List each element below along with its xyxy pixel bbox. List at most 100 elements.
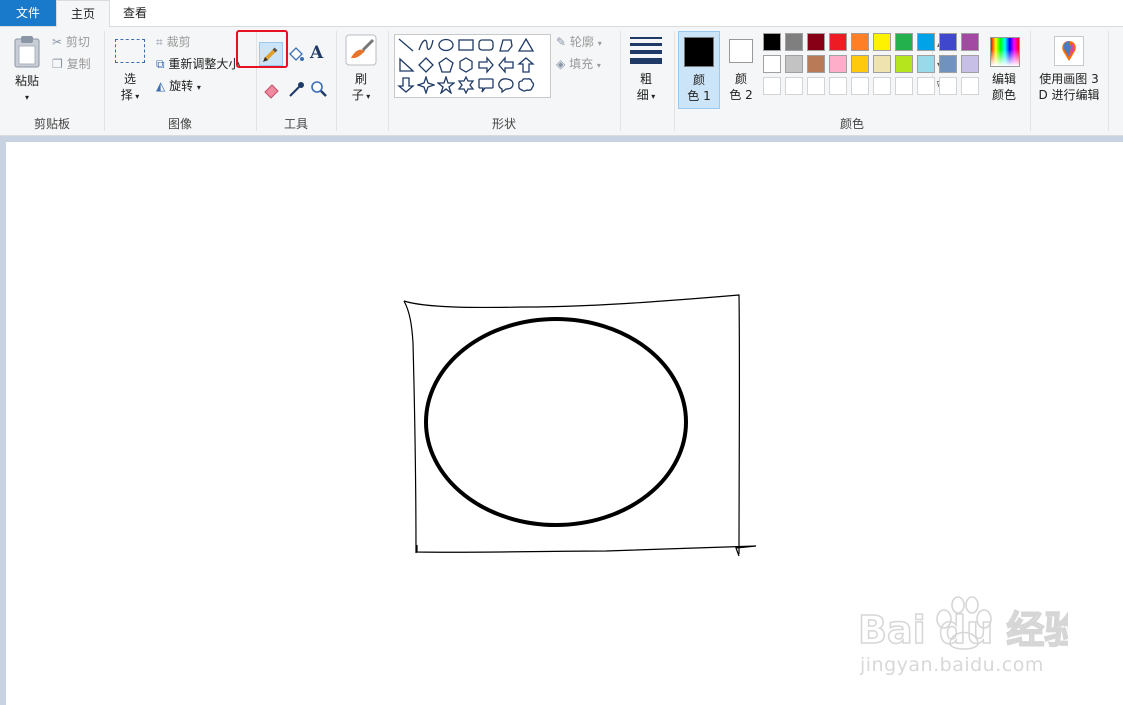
- shape-four-point-star[interactable]: [415, 74, 437, 96]
- shape-oval[interactable]: [437, 36, 455, 54]
- custom-color-slot[interactable]: [895, 77, 913, 95]
- resize-label: 重新调整大小: [168, 57, 241, 71]
- magnifier-tool-button[interactable]: [309, 79, 329, 99]
- shape-polygon[interactable]: [497, 36, 515, 54]
- size-label-top: 粗: [639, 72, 652, 86]
- color1-swatch: [684, 37, 714, 67]
- right-triangle-icon: [399, 57, 415, 72]
- shape-cloud-callout[interactable]: [517, 76, 535, 94]
- color2-label-top: 颜: [734, 72, 747, 86]
- outline-button[interactable]: ✎ 轮廓 ▾: [556, 33, 602, 53]
- diamond-icon: [418, 57, 434, 73]
- rotate-button[interactable]: ◭ 旋转 ▾: [156, 77, 201, 97]
- color-swatch[interactable]: [829, 33, 847, 51]
- color-swatch[interactable]: [895, 55, 913, 73]
- crop-button[interactable]: ⌗ 裁剪: [156, 33, 191, 51]
- custom-color-slot[interactable]: [961, 77, 979, 95]
- color-swatch[interactable]: [851, 33, 869, 51]
- shape-triangle[interactable]: [517, 36, 535, 54]
- chevron-down-icon: ▾: [648, 92, 656, 101]
- custom-color-slot[interactable]: [851, 77, 869, 95]
- color-swatch[interactable]: [917, 33, 935, 51]
- color-swatch[interactable]: [763, 55, 781, 73]
- shape-six-point-star[interactable]: [457, 75, 475, 95]
- color-swatch[interactable]: [829, 55, 847, 73]
- custom-color-slot[interactable]: [917, 77, 935, 95]
- tab-home[interactable]: 主页: [56, 0, 110, 28]
- colors-group-label: 颜色: [839, 117, 864, 131]
- color2-button[interactable]: 颜 色 2: [722, 31, 760, 109]
- color-picker-tool-button[interactable]: [286, 79, 306, 99]
- text-tool-button[interactable]: A: [310, 43, 330, 65]
- color-swatch[interactable]: [807, 33, 825, 51]
- color-swatch[interactable]: [895, 33, 913, 51]
- tab-file[interactable]: 文件: [0, 0, 56, 26]
- shape-diamond[interactable]: [417, 56, 435, 74]
- resize-button[interactable]: ⧉ 重新调整大小: [156, 55, 240, 73]
- color-swatch[interactable]: [939, 33, 957, 51]
- shape-left-arrow[interactable]: [497, 56, 515, 74]
- color1-button[interactable]: 颜 色 1: [678, 31, 720, 109]
- select-button[interactable]: 选 择 ▾: [110, 31, 150, 111]
- shape-right-triangle[interactable]: [397, 56, 415, 74]
- fill-bucket-icon: ◈: [556, 57, 566, 71]
- shape-rounded-rectangle[interactable]: [477, 36, 495, 54]
- color-swatch[interactable]: [807, 55, 825, 73]
- custom-color-slot[interactable]: [785, 77, 803, 95]
- shape-curve[interactable]: [417, 36, 435, 54]
- custom-color-slot[interactable]: [807, 77, 825, 95]
- color-swatch[interactable]: [939, 55, 957, 73]
- shape-pentagon[interactable]: [437, 56, 455, 74]
- color-swatch[interactable]: [917, 55, 935, 73]
- cloud-callout-icon: [518, 78, 535, 92]
- color-swatch[interactable]: [873, 55, 891, 73]
- color-swatch[interactable]: [873, 33, 891, 51]
- color1-label-top: 颜: [692, 73, 705, 87]
- shape-right-arrow[interactable]: [477, 56, 495, 74]
- color-swatch[interactable]: [785, 55, 803, 73]
- select-label-bottom-row: 择 ▾: [110, 87, 150, 105]
- oval-callout-icon: [498, 78, 514, 94]
- brushes-button[interactable]: 刷 子 ▾: [342, 31, 380, 111]
- color-swatch[interactable]: [851, 55, 869, 73]
- edit-colors-button[interactable]: 编辑 颜色: [986, 31, 1026, 111]
- color-swatch[interactable]: [763, 33, 781, 51]
- tab-view[interactable]: 查看: [112, 0, 158, 26]
- chevron-down-icon: ▾: [196, 83, 201, 92]
- shape-down-arrow[interactable]: [397, 76, 415, 94]
- custom-color-slot[interactable]: [763, 77, 781, 95]
- group-divider: [1030, 31, 1031, 131]
- shape-rounded-callout[interactable]: [477, 76, 495, 94]
- size-button[interactable]: 粗 细 ▾: [626, 31, 666, 111]
- color-swatch[interactable]: [961, 33, 979, 51]
- paste-button[interactable]: 粘贴 ▾: [8, 31, 46, 111]
- shape-rectangle[interactable]: [457, 36, 475, 54]
- shape-hexagon[interactable]: [457, 56, 475, 74]
- curve-icon: [418, 39, 434, 51]
- fill-tool-button[interactable]: [286, 45, 306, 65]
- edit-with-paint3d-button[interactable]: 使用画图 3 D 进行编辑: [1034, 31, 1104, 111]
- fill-button[interactable]: ◈ 填充 ▾: [556, 55, 601, 75]
- group-divider: [1108, 31, 1109, 131]
- brushes-label-bottom-row: 子 ▾: [342, 87, 380, 105]
- shape-oval-callout[interactable]: [497, 76, 515, 94]
- chevron-down-icon: ▾: [597, 39, 602, 48]
- polygon-icon: [499, 39, 513, 52]
- color-swatch[interactable]: [961, 55, 979, 73]
- color-swatch[interactable]: [785, 33, 803, 51]
- cut-button[interactable]: ✂ 剪切: [52, 33, 90, 51]
- oval-icon: [438, 38, 454, 52]
- paint3d-icon: [1054, 36, 1084, 66]
- copy-icon: ❐: [52, 57, 63, 71]
- pentagon-icon: [438, 57, 454, 73]
- custom-color-slot[interactable]: [829, 77, 847, 95]
- custom-color-slot[interactable]: [873, 77, 891, 95]
- clipboard-group-label: 剪贴板: [33, 117, 70, 131]
- custom-color-slot[interactable]: [939, 77, 957, 95]
- selection-rect-icon: [115, 39, 145, 63]
- shape-line[interactable]: [397, 36, 415, 54]
- shape-up-arrow[interactable]: [517, 56, 535, 74]
- eraser-tool-button[interactable]: [262, 79, 282, 99]
- copy-button[interactable]: ❐ 复制: [52, 55, 91, 73]
- shape-five-point-star[interactable]: [436, 74, 456, 95]
